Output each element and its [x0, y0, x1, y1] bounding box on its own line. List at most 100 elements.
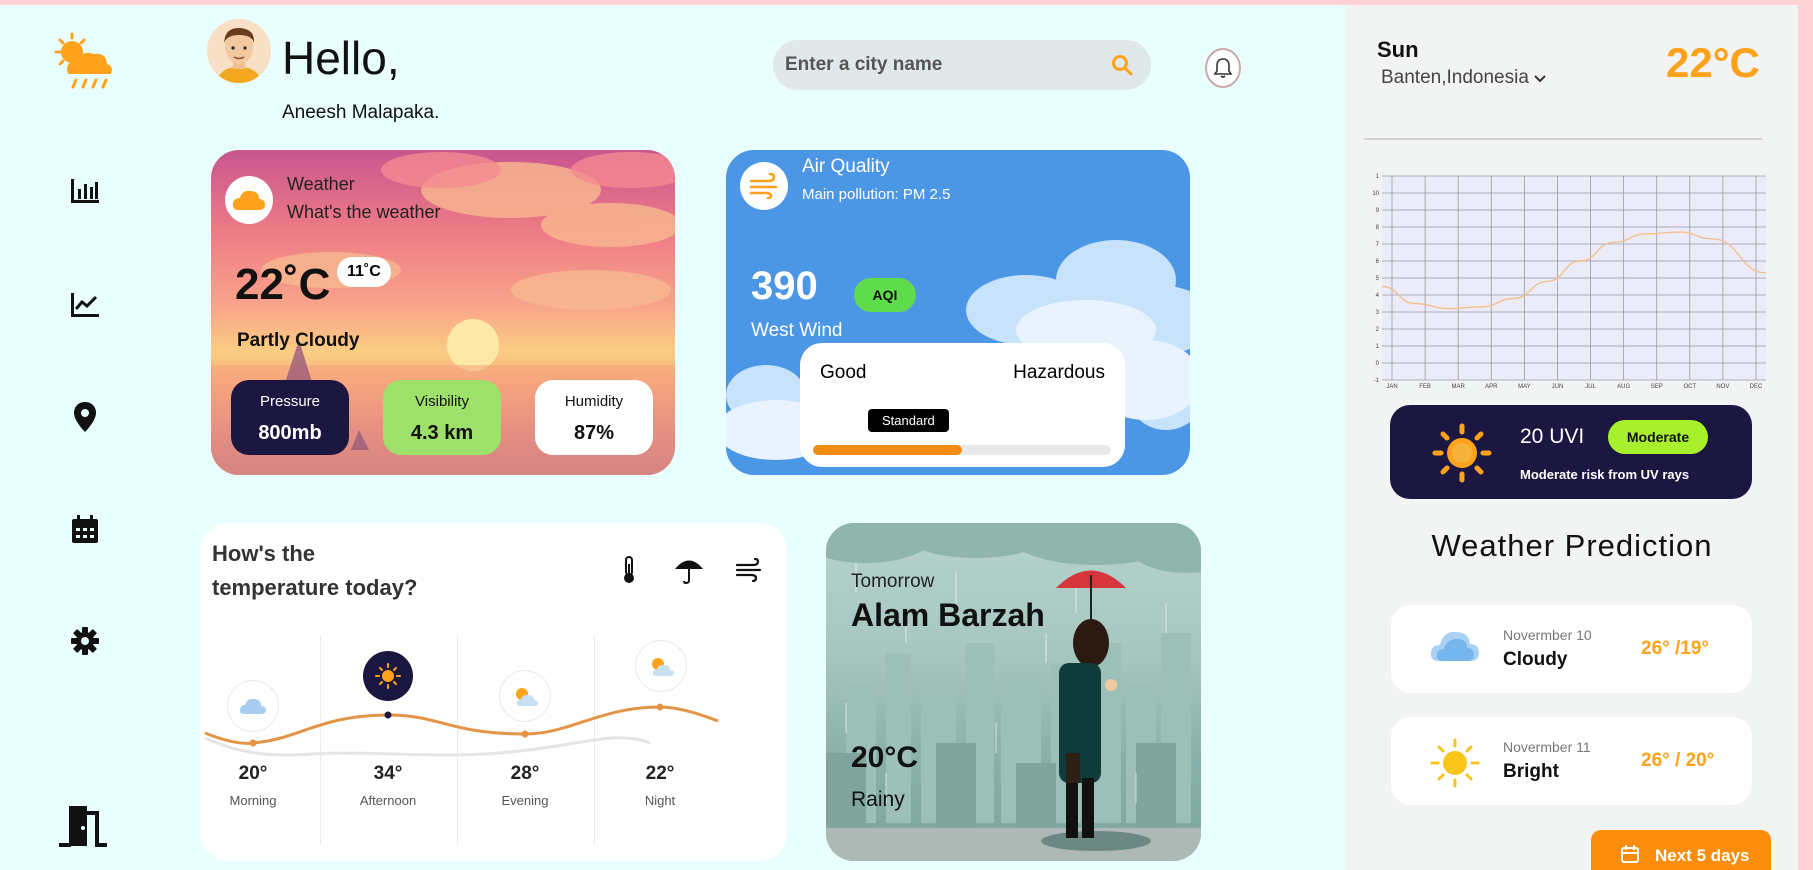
aqi-progress-fill	[813, 445, 962, 455]
next-5-days-label: Next 5 days	[1655, 846, 1750, 865]
cloud-icon	[225, 176, 273, 224]
prediction-condition: Cloudy	[1503, 649, 1568, 670]
y-tick-label: 1	[1376, 174, 1380, 180]
sidebar	[0, 5, 170, 870]
tomorrow-city: Alam Barzah	[851, 597, 1045, 633]
uv-index-card: 20 UVI Moderate Moderate risk from UV ra…	[1390, 405, 1752, 499]
y-tick-label: 2	[1376, 327, 1380, 333]
x-tick-label: OCT	[1683, 384, 1696, 390]
y-tick-label: 8	[1376, 225, 1380, 231]
aqi-scale: Good Hazardous Standard	[800, 343, 1125, 467]
y-tick-label: 10	[1372, 191, 1379, 197]
weather-prediction-heading: Weather Prediction	[1431, 528, 1713, 563]
tomorrow-condition: Rainy	[851, 788, 905, 811]
y-tick-label: 7	[1376, 242, 1380, 248]
calendar-icon	[1621, 845, 1639, 863]
scale-low-label: Good	[820, 362, 867, 383]
temperature-curve	[204, 703, 719, 757]
cloud-icon	[228, 681, 278, 731]
sun-icon	[1429, 737, 1480, 788]
notification-bell-icon[interactable]	[1205, 48, 1241, 88]
location-dropdown[interactable]: Banten,Indonesia	[1381, 67, 1546, 89]
location-name: Banten,Indonesia	[1381, 67, 1529, 88]
prediction-card[interactable]: Novermber 10 Cloudy 26° /19°	[1391, 605, 1752, 693]
x-tick-label: FEB	[1419, 384, 1431, 390]
bar-chart-icon[interactable]	[69, 175, 101, 207]
visibility-label: Visibility	[415, 393, 469, 410]
humidity-label: Humidity	[564, 393, 624, 410]
aqi-value: 390	[751, 264, 818, 308]
tomorrow-temperature: 20°C	[851, 741, 919, 774]
period-evening: 28° Evening	[480, 763, 570, 808]
right-panel: Sun Banten,Indonesia 22°C -1 0 1 2 3 4 5 6 7 8 9 10…	[1346, 5, 1798, 870]
x-tick-label: NOV	[1716, 384, 1729, 390]
tomorrow-label: Tomorrow	[851, 571, 935, 592]
period-name: Morning	[229, 793, 277, 808]
calendar-icon[interactable]	[69, 513, 101, 545]
y-tick-label: -1	[1374, 378, 1380, 384]
current-weather-card: Weather What's the weather 22˚C 11˚C Par…	[211, 150, 675, 475]
weather-logo-icon	[50, 30, 116, 94]
sun-icon	[1432, 423, 1492, 488]
x-tick-label: AUG	[1617, 384, 1630, 390]
yearly-temperature-chart: -1 0 1 2 3 4 5 6 7 8 9 10 1 JAN FEB MAR APR MAY JUN JUL AUG S…	[1372, 174, 1767, 390]
pressure-stat: Pressure 800mb	[231, 380, 349, 455]
period-temperature: 22°	[645, 763, 675, 784]
pressure-value: 800mb	[258, 422, 322, 444]
trend-chart-icon[interactable]	[69, 289, 101, 321]
weather-condition: Partly Cloudy	[237, 330, 360, 351]
period-name: Afternoon	[359, 793, 417, 808]
y-tick-label: 4	[1376, 293, 1380, 299]
x-tick-label: JAN	[1386, 384, 1397, 390]
visibility-value: 4.3 km	[410, 422, 474, 444]
city-search-input[interactable]	[785, 40, 1105, 90]
user-name: Aneesh Malapaka.	[282, 102, 440, 123]
prediction-condition: Bright	[1503, 761, 1559, 782]
chevron-down-icon	[1534, 67, 1546, 88]
visibility-stat: Visibility 4.3 km	[383, 380, 501, 455]
period-night: 22° Night	[615, 763, 705, 808]
location-pin-icon[interactable]	[69, 401, 101, 433]
settings-gear-icon[interactable]	[69, 625, 101, 657]
prediction-range: 26° / 20°	[1641, 750, 1715, 771]
prediction-date: Novermber 10	[1503, 627, 1592, 643]
x-tick-label: JUN	[1552, 384, 1564, 390]
y-tick-label: 1	[1376, 344, 1380, 350]
low-temperature-badge: 11˚C	[337, 257, 391, 287]
temperature-today-card: How's the temperature today? 20° Morning…	[200, 523, 787, 861]
avatar[interactable]	[207, 19, 271, 83]
weather-card-subtitle: What's the weather	[287, 202, 441, 222]
uv-description: Moderate risk from UV rays	[1520, 467, 1690, 482]
wind-direction: West Wind	[751, 320, 843, 341]
search-icon[interactable]	[1111, 54, 1133, 76]
period-afternoon: 34° Afternoon	[343, 763, 433, 808]
period-temperature: 34°	[373, 763, 403, 784]
period-temperature: 20°	[238, 763, 268, 784]
x-tick-label: SEP	[1651, 384, 1663, 390]
right-panel-temperature: 22°C	[1666, 39, 1760, 86]
weather-card-label: Weather	[287, 174, 355, 194]
current-day: Sun	[1377, 37, 1419, 62]
uv-level-badge: Moderate	[1608, 420, 1708, 454]
logout-door-icon[interactable]	[58, 805, 108, 849]
search-bar	[773, 40, 1151, 90]
scale-high-label: Hazardous	[1013, 362, 1105, 383]
sun-icon	[363, 651, 413, 701]
main-pollution: Main pollution: PM 2.5	[802, 186, 951, 203]
current-temperature: 22˚C	[235, 260, 331, 309]
aqi-progress-track	[813, 445, 1111, 455]
scale-marker-tooltip: Standard	[868, 409, 949, 432]
wind-icon	[740, 162, 788, 210]
humidity-stat: Humidity 87%	[535, 380, 653, 455]
air-quality-card: Air Quality Main pollution: PM 2.5 390 A…	[726, 150, 1190, 475]
next-5-days-button[interactable]: Next 5 days	[1591, 830, 1771, 870]
y-tick-label: 5	[1376, 276, 1380, 282]
prediction-card[interactable]: Novermber 11 Bright 26° / 20°	[1391, 717, 1752, 805]
tomorrow-forecast-card: Tomorrow Alam Barzah 20°C Rainy	[826, 523, 1201, 861]
y-tick-label: 3	[1376, 310, 1380, 316]
uv-index-value: 20 UVI	[1520, 425, 1585, 448]
cloud-icon	[1429, 625, 1479, 675]
y-tick-label: 6	[1376, 259, 1380, 265]
divider	[1364, 138, 1762, 140]
humidity-value: 87%	[573, 422, 615, 444]
